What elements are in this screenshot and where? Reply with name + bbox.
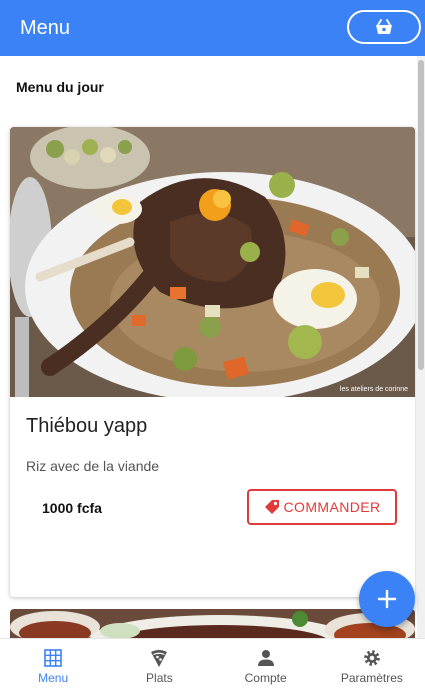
basket-icon — [376, 19, 392, 34]
dish-card: les ateliers de corinne Thiébou yapp Riz… — [10, 127, 415, 597]
dish-description: Riz avec de la viande — [26, 458, 160, 474]
pizza-icon — [151, 650, 168, 667]
gear-icon — [364, 650, 380, 666]
nav-item-compte[interactable]: Compte — [213, 639, 319, 694]
next-dish-photo — [10, 609, 415, 638]
order-button[interactable]: COMMANDER — [247, 489, 397, 525]
order-button-label: COMMANDER — [283, 499, 381, 515]
scrollbar-thumb[interactable] — [418, 60, 424, 370]
nav-item-plats[interactable]: Plats — [106, 639, 212, 694]
app-bar: Menu — [0, 0, 425, 56]
dish-name: Thiébou yapp — [26, 415, 148, 437]
nav-label-compte: Compte — [244, 671, 287, 685]
app-title: Menu — [20, 17, 71, 39]
grid-icon — [44, 649, 62, 667]
tag-icon — [264, 500, 279, 514]
photo-credit: les ateliers de corinne — [340, 386, 408, 393]
section-title: Menu du jour — [16, 79, 104, 95]
person-icon — [257, 650, 274, 666]
scrollbar[interactable] — [417, 56, 425, 638]
nav-label-parametres: Paramètres — [340, 671, 403, 685]
nav-item-menu[interactable]: Menu — [0, 639, 106, 694]
nav-item-parametres[interactable]: Paramètres — [319, 639, 425, 694]
bottom-navigation: Menu Plats Compte Paramètres — [0, 638, 425, 694]
add-button[interactable] — [359, 571, 415, 627]
nav-label-menu: Menu — [38, 671, 69, 685]
main-content: Menu du jour les ateliers de corinne Thi… — [0, 56, 425, 638]
dish-price: 1000 fcfa — [42, 500, 102, 516]
dish-photo: les ateliers de corinne — [10, 127, 415, 397]
plus-icon — [377, 589, 397, 609]
nav-label-plats: Plats — [146, 671, 173, 685]
cart-button[interactable] — [347, 10, 421, 44]
